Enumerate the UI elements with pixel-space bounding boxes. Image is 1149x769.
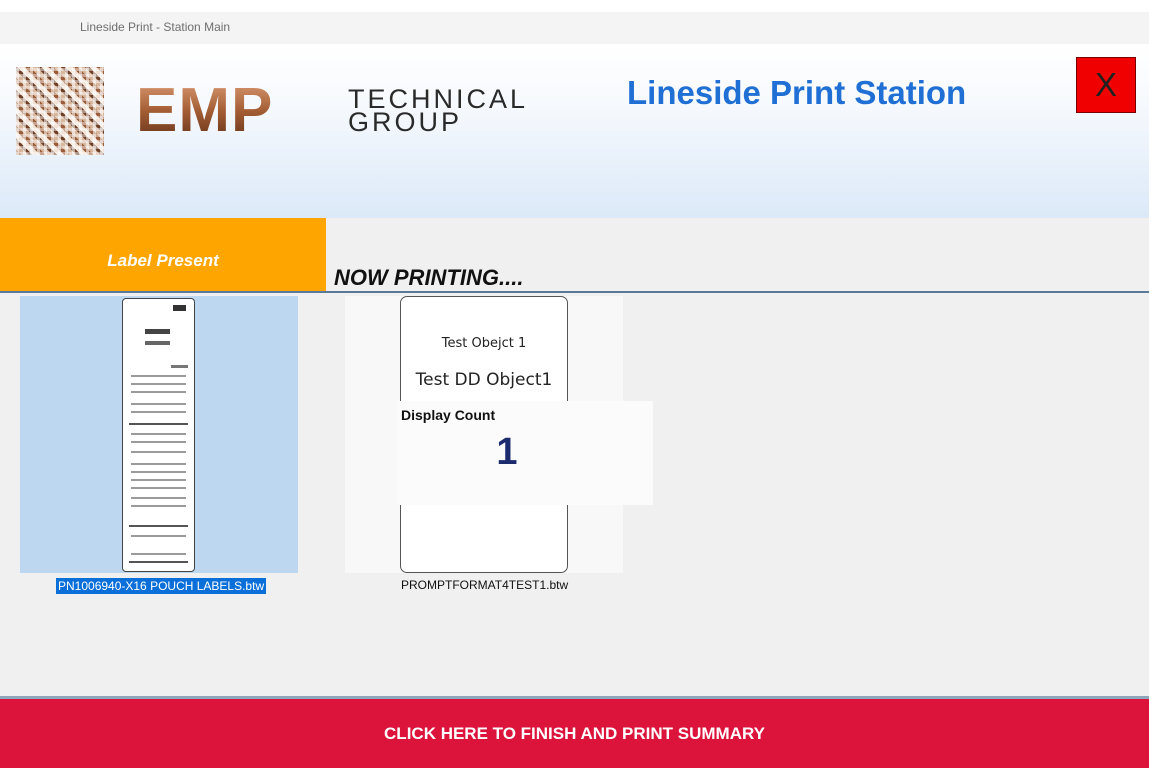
display-count-label: Display Count	[401, 407, 496, 423]
app-header: EMP TECHNICAL GROUP Lineside Print Stati…	[0, 44, 1149, 218]
label-list: PN1006940-X16 POUCH LABELS.btw Test Obej…	[0, 293, 1149, 696]
label-present-indicator: Label Present	[0, 218, 326, 292]
app-title: Lineside Print Station	[627, 74, 967, 111]
now-printing-text: NOW PRINTING....	[334, 265, 524, 290]
close-button[interactable]: X	[1076, 57, 1136, 113]
datamatrix-logo-icon	[16, 67, 104, 155]
display-count-panel: Display Count 1	[397, 401, 653, 505]
finish-and-print-summary-button[interactable]: CLICK HERE TO FINISH AND PRINT SUMMARY	[0, 699, 1149, 768]
logo-subtitle-line2: GROUP	[348, 107, 463, 137]
window-titlebar: Lineside Print - Station Main	[0, 12, 1149, 44]
label-filename-selected[interactable]: PN1006940-X16 POUCH LABELS.btw	[56, 578, 267, 594]
label-tile-pouch[interactable]	[20, 296, 298, 573]
preview-text-line: Test DD Object1	[415, 370, 553, 390]
window-title: Lineside Print - Station Main	[80, 20, 231, 34]
label-filename[interactable]: PROMPTFORMAT4TEST1.btw	[401, 578, 568, 592]
label-preview-thumbnail	[122, 298, 195, 572]
preview-text-line: Test Obejct 1	[441, 336, 527, 351]
company-logo-subtitle: TECHNICAL GROUP	[348, 86, 528, 137]
display-count-value: 1	[496, 431, 518, 473]
company-logo-emp: EMP	[136, 76, 274, 145]
status-band: Label Present NOW PRINTING....	[0, 218, 1149, 292]
